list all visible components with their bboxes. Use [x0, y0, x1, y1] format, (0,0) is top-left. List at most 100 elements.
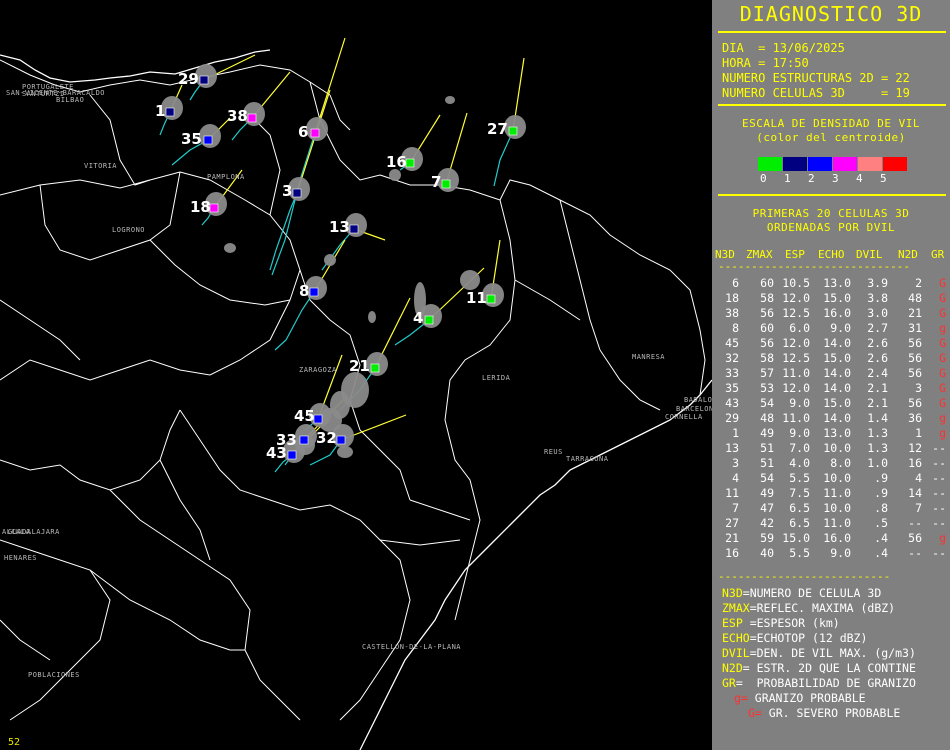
cell-centroid-45[interactable] [313, 414, 323, 424]
city-label: TARRAGONA [566, 455, 609, 463]
table-cell: 12.0 [782, 336, 810, 350]
table-cell: 54 [760, 396, 774, 410]
city-label: MANRESA [632, 353, 666, 361]
table-cell: 5.5 [789, 546, 810, 560]
ranking-title: PRIMERAS 20 CELULAS 3D [752, 207, 910, 220]
cell-centroid-7[interactable] [441, 179, 451, 189]
table-cell: 10.5 [782, 276, 810, 290]
info-structures-2d: NUMERO ESTRUCTURAS 2D = 22 [722, 71, 910, 85]
cell-centroid-38[interactable] [247, 113, 257, 123]
table-cell: 56 [908, 336, 922, 350]
cell-centroid-13[interactable] [349, 224, 359, 234]
table-cell: .5 [874, 516, 888, 530]
table-cell: 11.0 [823, 516, 851, 530]
vil-scale-label: 3 [832, 172, 839, 185]
table-header-cell: GR [931, 248, 945, 261]
cell-centroid-32[interactable] [336, 435, 346, 445]
cell-centroid-8[interactable] [309, 287, 319, 297]
cell-centroid-4[interactable] [424, 315, 434, 325]
legend-item: ECHO=ECHOTOP (12 dBZ) [722, 631, 868, 645]
table-cell: 10.0 [823, 441, 851, 455]
vil-scale-label: 1 [784, 172, 791, 185]
table-cell: 7.5 [789, 486, 810, 500]
city-label: HENARES [4, 554, 38, 562]
table-cell: 12.0 [782, 291, 810, 305]
vil-scale-label: 5 [880, 172, 887, 185]
cell-centroid-43[interactable] [287, 450, 297, 460]
city-label: VITORIA [84, 162, 118, 170]
table-cell: G [939, 396, 946, 410]
cell-label: 1 [155, 102, 166, 120]
vil-scale-label: 4 [856, 172, 863, 185]
cell-label: 43 [266, 444, 287, 462]
table-cell: 3 [732, 456, 739, 470]
table-cell: 1 [915, 426, 922, 440]
cell-centroid-27[interactable] [508, 126, 518, 136]
table-cell: 3.8 [867, 291, 888, 305]
table-cell: 11.0 [782, 411, 810, 425]
table-cell: g [939, 411, 946, 425]
table-cell: 6.0 [789, 321, 810, 335]
cell-centroid-35[interactable] [203, 135, 213, 145]
table-cell: G [939, 381, 946, 395]
table-cell: 2.6 [867, 351, 888, 365]
table-cell: 11.0 [782, 366, 810, 380]
table-cell: 38 [725, 306, 739, 320]
table-cell: 53 [760, 381, 774, 395]
table-cell: 43 [725, 396, 739, 410]
table-cell: 1.4 [867, 411, 888, 425]
table-cell: -- [908, 516, 922, 530]
table-cell: 58 [760, 351, 774, 365]
table-cell: 14.0 [823, 411, 851, 425]
cell-label: 13 [329, 218, 350, 236]
cell-centroid-1[interactable] [165, 107, 175, 117]
cell-label: 7 [431, 173, 442, 191]
table-cell: G [939, 351, 946, 365]
cell-centroid-29[interactable] [199, 75, 209, 85]
table-cell: 21 [725, 531, 739, 545]
table-cell: 51 [760, 456, 774, 470]
table-cell: 9.0 [830, 321, 851, 335]
table-cell: 32 [725, 351, 739, 365]
table-cell: 56 [908, 531, 922, 545]
table-cell: -- [932, 501, 946, 515]
radar-echo [224, 243, 236, 253]
table-cell: 16 [725, 546, 739, 560]
cell-centroid-3[interactable] [292, 188, 302, 198]
divider [718, 31, 946, 33]
table-cell: 59 [760, 531, 774, 545]
radar-echo [368, 311, 376, 323]
table-cell: 3.9 [867, 276, 888, 290]
cell-centroid-6[interactable] [310, 128, 320, 138]
table-cell: 6 [732, 276, 739, 290]
table-cell: 58 [760, 291, 774, 305]
vil-scale-label: 0 [760, 172, 767, 185]
radar-map[interactable]: PORTUGALETE SANTURTZI SAN-VICENTE-BARACA… [0, 0, 721, 750]
cell-centroid-16[interactable] [405, 158, 415, 168]
table-cell: 27 [725, 516, 739, 530]
cell-centroid-11[interactable] [486, 294, 496, 304]
cell-centroid-33[interactable] [299, 435, 309, 445]
table-cell: 42 [760, 516, 774, 530]
cell-label: 29 [178, 70, 199, 88]
table-cell: g [939, 426, 946, 440]
table-cell: 56 [760, 336, 774, 350]
table-cell: 6.5 [789, 501, 810, 515]
cell-label: 4 [413, 309, 424, 327]
table-cell: 10.0 [823, 501, 851, 515]
cell-centroid-21[interactable] [370, 363, 380, 373]
table-cell: G [939, 366, 946, 380]
table-cell: 16.0 [823, 306, 851, 320]
ranking-subtitle: ORDENADAS POR DVIL [766, 221, 896, 234]
table-cell: 8 [732, 321, 739, 335]
table-cell: 33 [725, 366, 739, 380]
legend-item: g= GRANIZO PROBABLE [734, 691, 866, 705]
table-cell: 56 [908, 366, 922, 380]
table-cell: 16.0 [823, 531, 851, 545]
table-cell: 2.7 [867, 321, 888, 335]
table-cell: 2.1 [867, 396, 888, 410]
table-cell: 31 [908, 321, 922, 335]
cell-centroid-18[interactable] [209, 203, 219, 213]
table-cell: 9.0 [789, 426, 810, 440]
table-cell: 14 [908, 486, 922, 500]
